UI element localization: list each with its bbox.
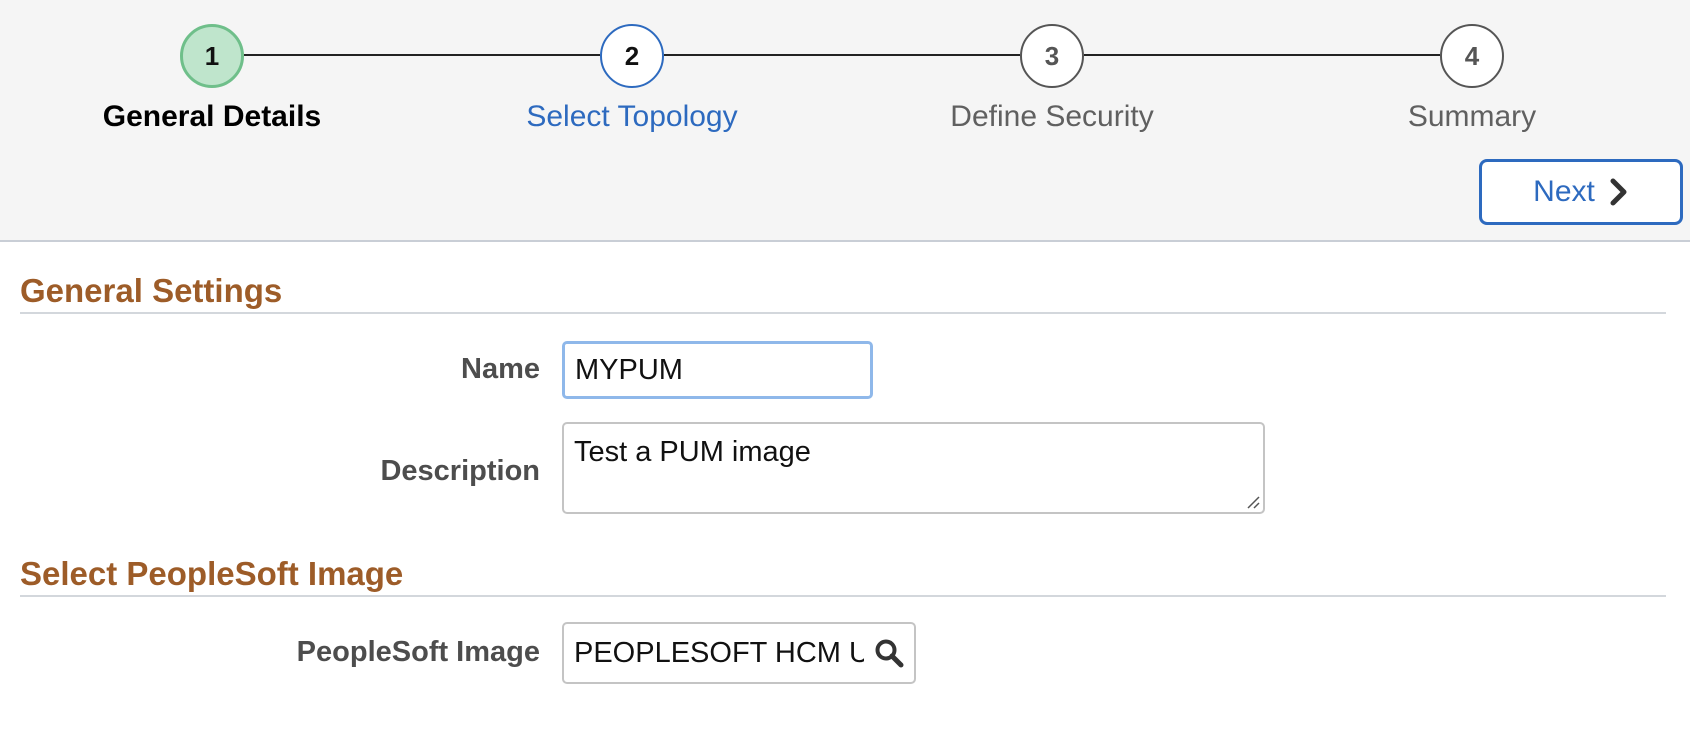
- train-stop-header: 1 General Details 2 Select Topology 3 De…: [0, 0, 1690, 242]
- search-icon[interactable]: [874, 638, 904, 668]
- step-1-circle[interactable]: 1: [180, 24, 244, 88]
- name-input-value: MYPUM: [575, 353, 683, 386]
- select-image-heading: Select PeopleSoft Image: [20, 555, 404, 592]
- peoplesoft-image-label: PeopleSoft Image: [296, 636, 540, 668]
- step-4-circle[interactable]: 4: [1440, 24, 1504, 88]
- section-divider: [20, 312, 1666, 314]
- chevron-right-icon: [1609, 178, 1629, 206]
- description-value: Test a PUM image: [574, 436, 811, 468]
- step-3-label[interactable]: Define Security: [892, 100, 1212, 134]
- section-divider: [20, 595, 1666, 597]
- step-1-label[interactable]: General Details: [52, 100, 372, 134]
- step-3-number: 3: [1044, 40, 1060, 71]
- description-label: Description: [380, 455, 540, 487]
- step-1-number: 1: [204, 40, 220, 71]
- train-connector: [244, 54, 600, 56]
- step-4-label[interactable]: Summary: [1312, 100, 1632, 134]
- name-input[interactable]: MYPUM: [562, 341, 873, 399]
- train-connector: [1084, 54, 1440, 56]
- resize-grip-icon[interactable]: [1244, 493, 1260, 509]
- next-button-label: Next: [1533, 175, 1595, 208]
- general-settings-heading: General Settings: [20, 272, 283, 309]
- step-4-number: 4: [1464, 40, 1480, 71]
- next-button[interactable]: Next: [1479, 159, 1683, 225]
- name-label: Name: [461, 353, 540, 385]
- step-2-number: 2: [624, 40, 640, 71]
- peoplesoft-image-input[interactable]: PEOPLESOFT HCM U: [562, 622, 916, 684]
- step-3-circle[interactable]: 3: [1020, 24, 1084, 88]
- description-textarea[interactable]: Test a PUM image: [562, 422, 1265, 514]
- step-2-circle[interactable]: 2: [600, 24, 664, 88]
- train-connector: [664, 54, 1020, 56]
- step-2-label[interactable]: Select Topology: [472, 100, 792, 134]
- peoplesoft-image-value: PEOPLESOFT HCM U: [574, 636, 864, 669]
